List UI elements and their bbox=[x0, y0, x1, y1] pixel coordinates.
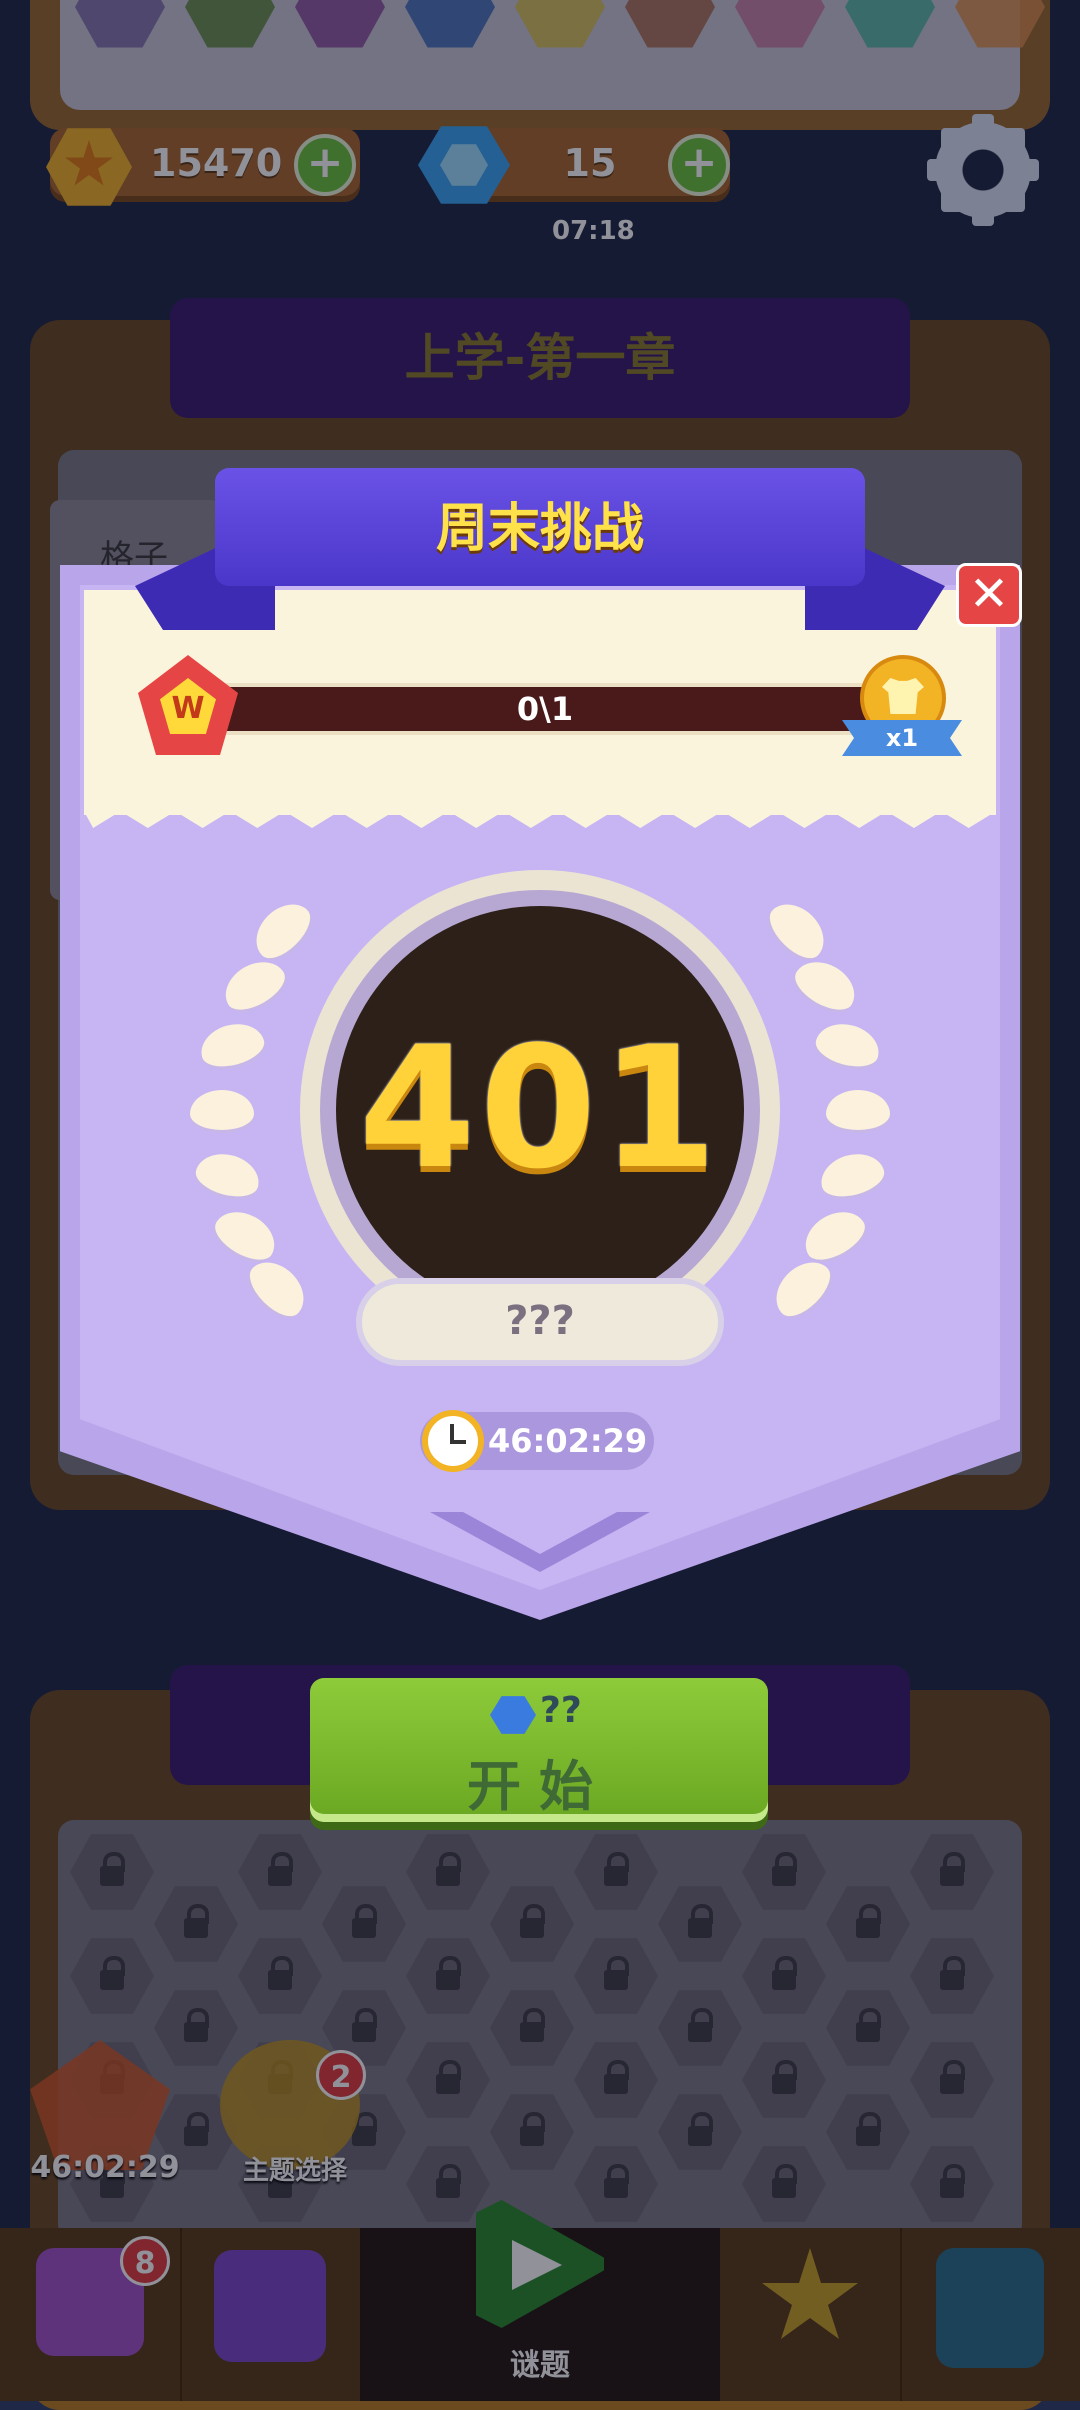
clock-hand-minute bbox=[450, 1440, 466, 1444]
progress-text: 0\1 bbox=[516, 690, 574, 728]
level-name: ??? bbox=[505, 1298, 575, 1344]
start-cost: ?? bbox=[540, 1690, 582, 1731]
reward-multiplier: x1 bbox=[885, 724, 919, 752]
countdown-text: 46:02:29 bbox=[488, 1422, 648, 1460]
close-button[interactable]: ✕ bbox=[956, 563, 1022, 627]
start-label: 开始 bbox=[467, 1755, 611, 1818]
modal-title: 周末挑战 bbox=[435, 499, 644, 559]
level-number: 401 bbox=[358, 1010, 722, 1206]
close-icon: ✕ bbox=[968, 566, 1010, 622]
